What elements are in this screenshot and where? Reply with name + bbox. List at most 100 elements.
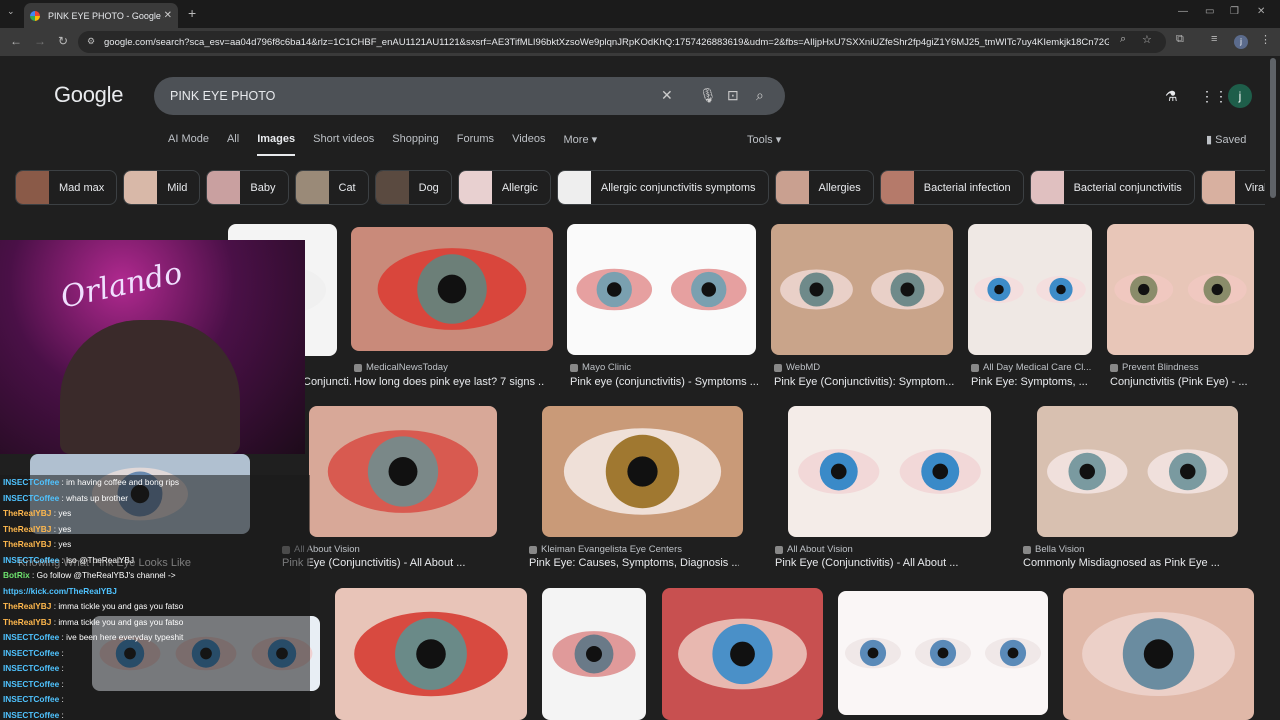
result-source[interactable]: WebMD — [774, 362, 820, 373]
related-chip[interactable]: Allergies — [774, 170, 874, 205]
result-thumbnail[interactable] — [1037, 406, 1238, 537]
new-tab-icon[interactable]: + — [188, 5, 196, 21]
chip-label: Cat — [338, 181, 356, 194]
zoom-icon[interactable]: ⌕ — [1120, 33, 1126, 46]
restore-icon[interactable]: ❐ — [1230, 6, 1239, 17]
tab-all[interactable]: All — [227, 133, 239, 146]
tab-list-icon[interactable]: ⌄ — [7, 6, 15, 17]
tab-shopping[interactable]: Shopping — [392, 133, 439, 146]
browser-profile-avatar[interactable]: j — [1234, 35, 1248, 49]
result-title[interactable]: Commonly Misdiagnosed as Pink Eye ... — [1023, 557, 1233, 569]
result-source-name: All Day Medical Care Cl... — [983, 362, 1092, 373]
chat-message: INSECTCoffee : — [3, 648, 64, 658]
result-thumbnail[interactable] — [662, 588, 823, 720]
result-source-name: Mayo Clinic — [582, 362, 632, 373]
search-box[interactable]: PINK EYE PHOTO ✕ 🎙 ⊡ ⌕ — [154, 77, 785, 115]
related-chips: Mad max Mild Baby Cat Dog Allergic Allergic co… — [15, 170, 1265, 205]
result-title[interactable]: Conjuncti... — [303, 376, 351, 388]
result-thumbnail[interactable] — [1063, 588, 1254, 720]
result-thumbnail[interactable] — [567, 224, 756, 355]
result-title[interactable]: Pink Eye: Causes, Symptoms, Diagnosis ..… — [529, 557, 739, 569]
result-thumbnail[interactable] — [542, 588, 646, 720]
tab-forums[interactable]: Forums — [457, 133, 494, 146]
clear-icon[interactable]: ✕ — [661, 87, 673, 104]
result-title[interactable]: Conjunctivitis (Pink Eye) - ... — [1110, 376, 1280, 388]
result-thumbnail[interactable] — [968, 224, 1092, 355]
result-source[interactable]: Kleiman Evangelista Eye Centers — [529, 544, 682, 555]
result-title[interactable]: Pink Eye (Conjunctivitis) - All About ..… — [282, 557, 492, 569]
address-bar[interactable]: ⚙ google.com/search?sca_esv=aa04d796f8c6… — [78, 31, 1166, 53]
tab-more[interactable]: More ▾ — [564, 133, 598, 146]
result-thumbnail[interactable] — [351, 227, 553, 351]
related-chip[interactable]: Bacterial infection — [879, 170, 1024, 205]
voice-search-icon[interactable]: 🎙 — [699, 87, 717, 104]
related-chip[interactable]: Baby — [206, 170, 289, 205]
result-title[interactable]: Pink eye (conjunctivitis) - Symptoms ... — [570, 376, 760, 388]
result-title[interactable]: How long does pink eye last? 7 signs ... — [354, 376, 544, 388]
bookmark-star-icon[interactable]: ☆ — [1142, 33, 1152, 46]
result-thumbnail[interactable] — [838, 591, 1048, 715]
forward-icon[interactable]: → — [34, 34, 46, 48]
chevron-down-icon: ▾ — [775, 134, 782, 146]
result-title[interactable]: Pink Eye (Conjunctivitis): Symptom... — [774, 376, 964, 388]
result-thumbnail[interactable] — [788, 406, 991, 537]
result-source[interactable]: Prevent Blindness — [1110, 362, 1199, 373]
browser-menu-icon[interactable]: ⋮ — [1260, 33, 1271, 46]
related-chip[interactable]: Dog — [374, 170, 452, 205]
result-thumbnail[interactable] — [1107, 224, 1254, 355]
apps-grid-icon[interactable]: ⋮⋮ — [1200, 88, 1228, 105]
back-icon[interactable]: ← — [10, 34, 22, 48]
result-source[interactable]: MedicalNewsToday — [354, 362, 448, 373]
labs-icon[interactable]: ⚗ — [1165, 88, 1178, 105]
minimize-icon[interactable]: — — [1178, 6, 1188, 17]
tab-images[interactable]: Images — [257, 133, 295, 156]
related-chip[interactable]: Cat — [294, 170, 369, 205]
result-thumbnail[interactable] — [309, 406, 497, 537]
page-scrollbar[interactable] — [1270, 58, 1276, 198]
source-favicon-icon — [529, 545, 537, 554]
result-source[interactable]: Bella Vision — [1023, 544, 1084, 555]
chip-label: Mild — [167, 181, 188, 194]
result-thumbnail[interactable] — [771, 224, 953, 355]
reading-list-icon[interactable]: ≡ — [1211, 33, 1217, 45]
result-source[interactable]: Mayo Clinic — [570, 362, 631, 373]
tab-short-videos[interactable]: Short videos — [313, 133, 374, 146]
tab-videos[interactable]: Videos — [512, 133, 545, 146]
chat-username: INSECTCoffee — [3, 709, 60, 720]
google-profile-avatar[interactable]: j — [1228, 84, 1252, 108]
site-info-icon[interactable]: ⚙ — [87, 36, 95, 47]
saved-button[interactable]: ▮ Saved — [1206, 133, 1246, 146]
chip-thumbnail — [207, 171, 241, 204]
lens-icon[interactable]: ⊡ — [727, 87, 739, 104]
result-title[interactable]: Pink Eye (Conjunctivitis) - All About ..… — [775, 557, 985, 569]
google-logo[interactable]: Google — [54, 82, 123, 108]
related-chip[interactable]: Allergic conjunctivitis symptoms — [556, 170, 769, 205]
chat-separator: : — [59, 663, 64, 673]
search-icon[interactable]: ⌕ — [756, 87, 764, 104]
result-source-name: Kleiman Evangelista Eye Centers — [541, 544, 682, 555]
tab-ai-mode[interactable]: AI Mode — [168, 133, 209, 146]
related-chip[interactable]: Viral c — [1200, 170, 1265, 205]
chip-thumbnail — [1030, 171, 1064, 204]
minimize-window-icon[interactable]: ▭ — [1205, 6, 1214, 17]
result-source[interactable]: All About Vision — [775, 544, 853, 555]
related-chip[interactable]: Allergic — [457, 170, 551, 205]
related-chip[interactable]: Bacterial conjunctivitis — [1029, 170, 1195, 205]
browser-tab[interactable]: PINK EYE PHOTO - Google Sea ✕ — [24, 3, 178, 28]
chat-username: TheRealYBJ — [3, 523, 52, 534]
result-thumbnail[interactable] — [335, 588, 527, 720]
tools-button[interactable]: Tools ▾ — [747, 133, 781, 146]
chat-username: INSECTCoffee — [3, 663, 60, 673]
close-window-icon[interactable]: ✕ — [1257, 6, 1265, 17]
reload-icon[interactable]: ↻ — [58, 34, 68, 48]
result-thumbnail[interactable] — [542, 406, 743, 537]
chat-separator: : — [59, 647, 64, 658]
url-text: google.com/search?sca_esv=aa04d796f8c6ba… — [104, 36, 1109, 48]
related-chip[interactable]: Mad max — [15, 170, 118, 205]
extensions-icon[interactable]: ⧉ — [1176, 33, 1184, 46]
result-source-name: Prevent Blindness — [1122, 362, 1199, 373]
related-chip[interactable]: Mild — [123, 170, 201, 205]
result-source[interactable]: All Day Medical Care Cl... — [971, 362, 1091, 373]
webcam-overlay: Orlando — [0, 240, 305, 454]
close-tab-icon[interactable]: ✕ — [164, 10, 172, 21]
